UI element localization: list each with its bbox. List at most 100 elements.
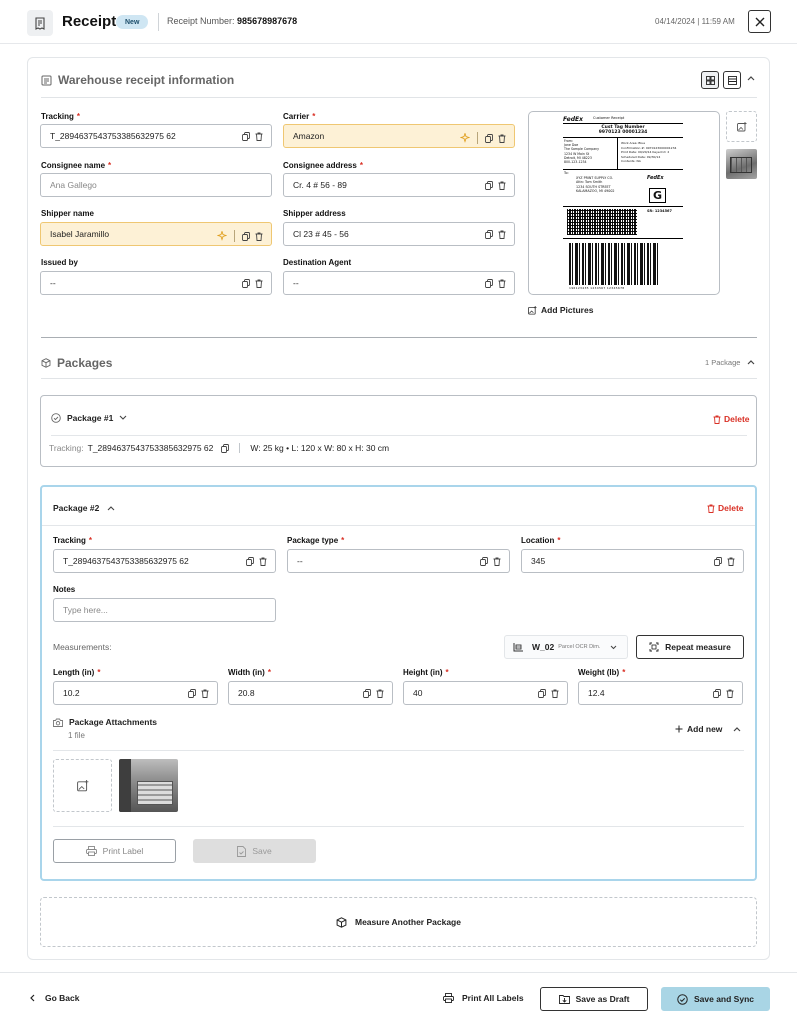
trash-icon[interactable] (255, 232, 263, 241)
issued-by-input[interactable]: -- (40, 271, 272, 295)
label-to-block: To: XYZ PRINT SUPPLY CO. Attn: Tom Smith 1… (564, 171, 615, 193)
save-sync-label: Save and Sync (693, 994, 754, 1004)
width-label: Width (in) * (228, 668, 271, 677)
print-label-button[interactable]: Print Label (53, 839, 176, 863)
print-all-label: Print All Labels (462, 993, 524, 1003)
consignee-address-input[interactable]: Cr. 4 # 56 - 89 (283, 173, 515, 197)
grid-view-toggle[interactable] (701, 71, 719, 89)
copy-icon[interactable] (714, 557, 722, 566)
camera-icon (53, 718, 63, 727)
location-input[interactable]: 345 (521, 549, 744, 573)
package-1-header[interactable]: Package #1 (51, 413, 127, 423)
length-input[interactable]: 10.2 (53, 681, 218, 705)
page-title: Receipt (62, 13, 117, 30)
trash-icon[interactable] (727, 557, 735, 566)
shipper-name-input[interactable]: Isabel Jaramillo (40, 222, 272, 246)
repeat-measure-label: Repeat measure (665, 642, 731, 652)
copy-icon[interactable] (485, 133, 493, 143)
destination-agent-input[interactable]: -- (283, 271, 515, 295)
trash-icon[interactable] (259, 557, 267, 566)
shipper-address-value: Cl 23 # 45 - 56 (293, 229, 349, 239)
delete-package-2-button[interactable]: Delete (707, 503, 744, 513)
notes-input[interactable]: Type here... (53, 598, 276, 622)
trash-icon[interactable] (498, 279, 506, 288)
check-circle-icon (51, 413, 61, 423)
add-image-icon (528, 305, 537, 315)
trash-icon[interactable] (498, 134, 506, 143)
collapse-packages-button[interactable] (747, 359, 755, 365)
copy-icon[interactable] (242, 279, 250, 288)
list-view-toggle[interactable] (723, 71, 741, 89)
package-2-header[interactable]: Package #2 (53, 503, 115, 513)
save-and-sync-button[interactable]: Save and Sync (661, 987, 770, 1011)
notes-label: Notes (53, 585, 76, 594)
summary-separator (239, 443, 241, 453)
print-all-labels-button[interactable]: Print All Labels (443, 993, 524, 1003)
package-icon (336, 916, 347, 928)
package-1-title: Package #1 (67, 413, 114, 423)
trash-icon[interactable] (551, 689, 559, 698)
shipping-label-image[interactable]: FedEx Customer Receipt Cust Tag Number 9… (528, 111, 720, 295)
add-pictures-link[interactable]: Add Pictures (528, 305, 593, 315)
trash-icon[interactable] (376, 689, 384, 698)
package-tracking-input[interactable]: T_2894637543753385632975 62 (53, 549, 276, 573)
carrier-input[interactable]: Amazon (283, 124, 515, 148)
trash-icon[interactable] (255, 132, 263, 141)
package-icon (41, 358, 51, 368)
warehouse-photo-thumbnail[interactable] (726, 149, 757, 179)
label-linear-barcode (569, 243, 659, 285)
save-package-button[interactable]: Save (193, 839, 316, 863)
save-as-draft-button[interactable]: Save as Draft (540, 987, 648, 1011)
trash-icon[interactable] (201, 689, 209, 698)
add-attachment-button[interactable]: Add new (675, 724, 722, 734)
width-input[interactable]: 20.8 (228, 681, 393, 705)
delete-package-1-button[interactable]: Delete (713, 414, 750, 424)
copy-icon[interactable] (363, 689, 371, 698)
weight-input[interactable]: 12.4 (578, 681, 743, 705)
copy-icon[interactable] (188, 689, 196, 698)
package-type-value: -- (297, 556, 303, 566)
copy-icon[interactable] (538, 689, 546, 698)
package-1-divider (51, 435, 747, 436)
trash-icon[interactable] (498, 230, 506, 239)
collapse-warehouse-button[interactable] (747, 75, 755, 81)
copy-icon[interactable] (485, 279, 493, 288)
copy-icon[interactable] (485, 230, 493, 239)
carrier-value: Amazon (293, 131, 325, 141)
close-button[interactable] (748, 10, 771, 33)
trash-icon[interactable] (255, 279, 263, 288)
copy-icon[interactable] (242, 132, 250, 141)
consignee-address-value: Cr. 4 # 56 - 89 (293, 180, 347, 190)
trash-icon[interactable] (493, 557, 501, 566)
height-input[interactable]: 40 (403, 681, 568, 705)
package-photo-thumbnail[interactable] (119, 759, 178, 812)
repeat-measure-button[interactable]: Repeat measure (636, 635, 744, 659)
copy-icon[interactable] (485, 181, 493, 190)
length-label: Length (in) * (53, 668, 101, 677)
destination-agent-value: -- (293, 278, 299, 288)
copy-icon[interactable] (713, 689, 721, 698)
consignee-name-input[interactable]: Ana Gallego (40, 173, 272, 197)
shipper-address-input[interactable]: Cl 23 # 45 - 56 (283, 222, 515, 246)
add-image-icon (76, 779, 88, 791)
add-attachment-thumbnail[interactable] (53, 759, 112, 812)
copy-icon[interactable] (246, 557, 254, 566)
measuring-device-select[interactable]: W_02 Parcel OCR Dim. (504, 635, 628, 659)
copy-icon[interactable] (221, 443, 230, 453)
add-image-thumbnail[interactable] (726, 111, 757, 142)
attachments-header: Package Attachments (53, 717, 157, 727)
copy-icon[interactable] (480, 557, 488, 566)
shelf-graphic (730, 157, 752, 173)
package-1-tracking-label: Tracking: (49, 443, 84, 453)
measure-another-package-button[interactable]: Measure Another Package (40, 897, 757, 947)
trash-icon[interactable] (726, 689, 734, 698)
collapse-attachments-button[interactable] (733, 726, 741, 732)
copy-icon[interactable] (242, 231, 250, 241)
package-type-input[interactable]: -- (287, 549, 510, 573)
sparkle-icon[interactable] (460, 133, 470, 143)
tracking-input[interactable]: T_2894637543753385632975 62 (40, 124, 272, 148)
weight-label: Weight (lb) * (578, 668, 626, 677)
go-back-button[interactable]: Go Back (30, 993, 80, 1003)
sparkle-icon[interactable] (217, 231, 227, 241)
trash-icon[interactable] (498, 181, 506, 190)
